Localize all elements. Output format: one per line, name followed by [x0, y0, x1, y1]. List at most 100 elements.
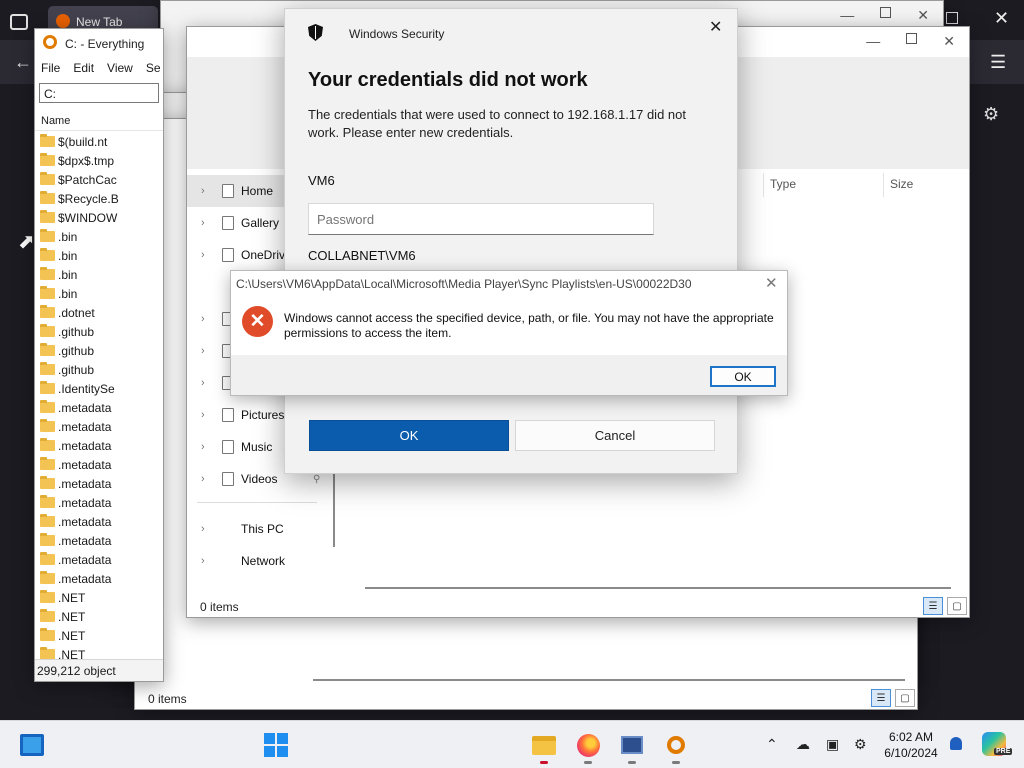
list-item-label: $WINDOW [58, 210, 118, 225]
start-button[interactable] [264, 733, 288, 757]
chevron-right-icon[interactable]: › [201, 345, 205, 357]
list-item[interactable]: .metadata [35, 436, 163, 455]
chevron-right-icon[interactable]: › [201, 473, 205, 485]
list-item[interactable]: .metadata [35, 474, 163, 493]
chevron-right-icon[interactable]: › [201, 409, 205, 421]
hamburger-menu-icon[interactable]: ☰ [990, 52, 1006, 73]
list-item-label: $dpx$.tmp [58, 153, 115, 168]
chevron-right-icon[interactable]: › [201, 217, 205, 229]
list-item[interactable]: $(build.nt [35, 132, 163, 151]
list-item[interactable]: .metadata [35, 569, 163, 588]
maximize-icon[interactable] [880, 7, 892, 18]
chevron-up-icon[interactable]: ⌃ [766, 736, 778, 753]
list-item[interactable]: $WINDOW [35, 208, 163, 227]
pin-icon[interactable]: ⚲ [313, 474, 320, 485]
restore-icon[interactable] [946, 12, 958, 24]
list-item[interactable]: .metadata [35, 550, 163, 569]
search-input[interactable]: C: [39, 83, 159, 103]
running-indicator [584, 761, 592, 764]
list-item[interactable]: .bin [35, 265, 163, 284]
list-item-label: .IdentitySe [58, 381, 115, 396]
list-item[interactable]: .bin [35, 284, 163, 303]
list-item[interactable]: .github [35, 360, 163, 379]
taskbar-file-explorer[interactable] [530, 731, 558, 764]
chevron-right-icon[interactable]: › [201, 185, 205, 197]
menu-view[interactable]: View [107, 61, 133, 79]
minimize-icon[interactable]: — [840, 7, 854, 24]
password-field[interactable] [308, 203, 654, 235]
widgets-icon[interactable] [20, 734, 44, 756]
list-item[interactable]: $dpx$.tmp [35, 151, 163, 170]
list-item-label: $PatchCac [58, 172, 117, 187]
list-item[interactable]: $PatchCac [35, 170, 163, 189]
column-header-size[interactable]: Size [883, 173, 963, 197]
column-header-name[interactable]: Name [35, 113, 163, 131]
menu-search[interactable]: Se [146, 61, 161, 79]
list-item[interactable]: .IdentitySe [35, 379, 163, 398]
folder-icon [40, 210, 55, 223]
list-item-label: .dotnet [58, 305, 95, 320]
list-item[interactable]: .metadata [35, 531, 163, 550]
folder-icon [40, 267, 55, 280]
notification-bell-icon[interactable] [950, 737, 962, 750]
list-item[interactable]: .NET [35, 607, 163, 626]
nav-item-this-pc[interactable]: › This PC [187, 513, 327, 545]
chevron-right-icon[interactable]: › [201, 523, 205, 535]
close-icon[interactable]: ✕ [917, 7, 929, 24]
ok-button[interactable]: OK [710, 366, 776, 387]
list-item-label: .metadata [58, 419, 112, 434]
cancel-button[interactable]: Cancel [515, 420, 715, 451]
everything-search-icon [43, 35, 57, 49]
menu-edit[interactable]: Edit [73, 61, 94, 79]
taskbar-everything[interactable] [662, 731, 690, 764]
list-item[interactable]: .NET [35, 588, 163, 607]
vertical-scrollbar[interactable] [333, 467, 335, 547]
chevron-right-icon[interactable]: › [201, 249, 205, 261]
list-item[interactable]: .metadata [35, 512, 163, 531]
ok-button[interactable]: OK [309, 420, 509, 451]
list-item[interactable]: .metadata [35, 398, 163, 417]
close-icon[interactable]: ✕ [765, 274, 778, 292]
list-item[interactable]: .bin [35, 246, 163, 265]
nav-item-network[interactable]: › Network [187, 545, 327, 577]
list-item[interactable]: .github [35, 322, 163, 341]
minimize-icon[interactable]: — [866, 33, 880, 50]
taskbar-remote-desktop[interactable] [618, 731, 646, 764]
results-list: $(build.nt $dpx$.tmp $PatchCac $Recycle.B $W… [35, 131, 163, 664]
display-icon[interactable]: ▣ [826, 736, 839, 753]
gear-icon[interactable]: ⚙ [983, 104, 999, 125]
list-item[interactable]: .metadata [35, 493, 163, 512]
close-icon[interactable]: ✕ [994, 8, 1009, 29]
details-view-icon[interactable]: ☰ [923, 597, 943, 615]
back-arrow-icon[interactable]: ← [14, 52, 32, 73]
tiles-view-icon[interactable]: ▢ [947, 597, 967, 615]
details-view-icon[interactable]: ☰ [871, 689, 891, 707]
folder-icon [40, 191, 55, 204]
active-indicator [540, 761, 548, 764]
close-icon[interactable]: ✕ [709, 17, 722, 37]
list-item[interactable]: .metadata [35, 417, 163, 436]
accessibility-icon[interactable]: ⚙ [854, 736, 867, 753]
chevron-right-icon[interactable]: › [201, 313, 205, 325]
horizontal-scrollbar[interactable] [365, 587, 951, 589]
list-item[interactable]: .NET [35, 626, 163, 645]
system-clock[interactable]: 6:02 AM 6/10/2024 [880, 729, 942, 761]
list-all-tabs-icon[interactable] [10, 14, 28, 30]
chevron-right-icon[interactable]: › [201, 441, 205, 453]
taskbar-firefox[interactable] [574, 731, 602, 764]
tiles-view-icon[interactable]: ▢ [895, 689, 915, 707]
maximize-icon[interactable] [906, 33, 918, 44]
column-header-type[interactable]: Type [763, 173, 883, 197]
network-disconnected-icon[interactable]: ☁ [796, 736, 810, 753]
close-icon[interactable]: ✕ [943, 33, 955, 50]
list-item[interactable]: .github [35, 341, 163, 360]
list-item[interactable]: .dotnet [35, 303, 163, 322]
menu-file[interactable]: File [41, 61, 60, 79]
chevron-right-icon[interactable]: › [201, 377, 205, 389]
chevron-right-icon[interactable]: › [201, 555, 205, 567]
list-item[interactable]: .metadata [35, 455, 163, 474]
folder-icon [40, 324, 55, 337]
list-item[interactable]: .bin [35, 227, 163, 246]
horizontal-scrollbar[interactable] [313, 679, 905, 681]
list-item[interactable]: $Recycle.B [35, 189, 163, 208]
